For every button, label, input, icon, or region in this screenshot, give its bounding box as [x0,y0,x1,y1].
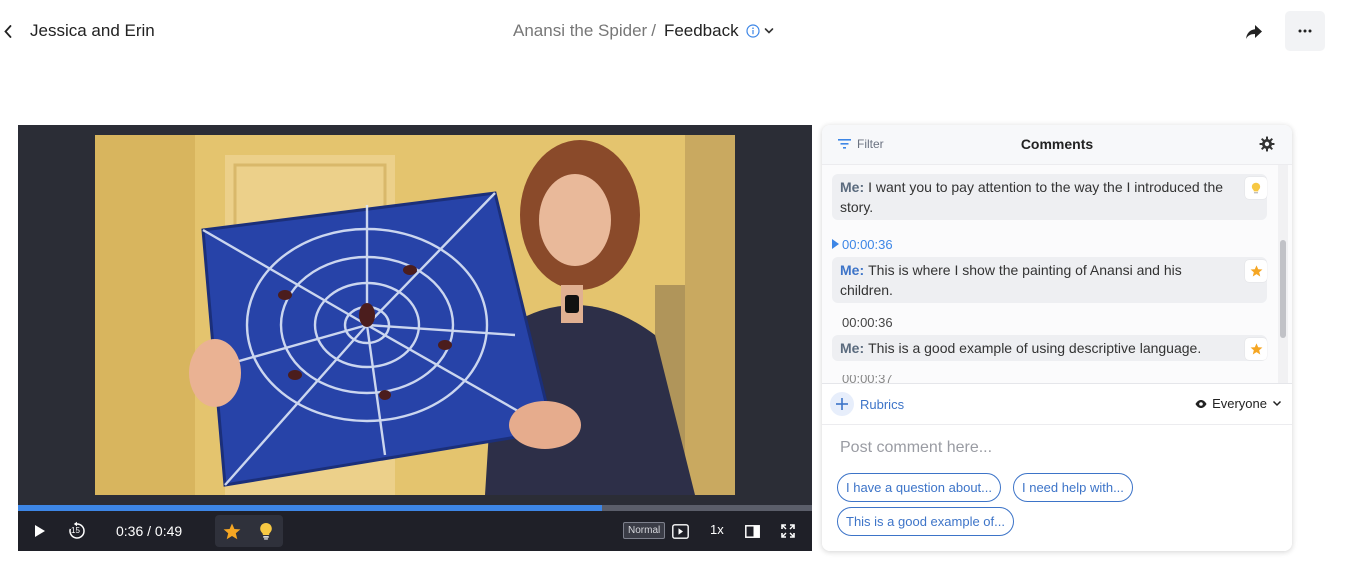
star-icon [1250,265,1262,277]
comment-bubble: Me: This is a good example of using descr… [832,335,1267,361]
bulb-icon [1251,182,1261,193]
video-frame[interactable] [95,135,735,495]
comment-author: Me: [840,340,865,356]
sidebar-layout-icon [744,524,760,538]
comment-input[interactable] [832,436,1272,460]
player-controls: 15 0:36 / 0:49 Normal 1x [18,511,812,551]
visibility-dropdown[interactable]: Everyone [1195,396,1282,411]
video-player: 15 0:36 / 0:49 Normal 1x [18,125,812,551]
suggestion-chip-question[interactable]: I have a question about... [837,473,1001,502]
star-icon [223,523,241,539]
comment-item[interactable]: 00:00:36 Me: This is a good example of us… [832,313,1267,361]
top-bar: Jessica and Erin Anansi the Spider / Fee… [0,0,1347,62]
time-separator: / [143,523,155,539]
scrollbar-thumb[interactable] [1280,240,1286,338]
breadcrumb-parent[interactable]: Anansi the Spider [513,21,647,41]
comments-header: Filter Comments [822,125,1292,165]
comment-author: Me: [840,179,865,195]
play-marker-icon [832,239,839,249]
comments-scrollbar[interactable] [1278,165,1288,383]
time-display: 0:36 / 0:49 [116,523,182,539]
comments-list: Me: I want you to pay attention to the wa… [822,165,1292,383]
partial-timestamp: 00:00:37 [842,375,893,383]
comment-text: This is where I show the painting of Ana… [840,262,1182,298]
comment-marker [1245,177,1267,199]
comment-text: This is a good example of using descript… [868,340,1202,356]
comment-item[interactable]: Me: I want you to pay attention to the wa… [832,170,1267,220]
comment-bubble: Me: I want you to pay attention to the wa… [832,174,1267,220]
rubrics-button[interactable]: Rubrics [830,392,904,416]
comments-title: Comments [1020,136,1094,152]
chevron-down-icon [1272,400,1282,407]
info-icon[interactable] [746,24,760,38]
fullscreen-icon [781,524,795,538]
share-icon [1246,25,1262,39]
plus-icon [830,392,854,416]
play-button[interactable] [30,521,50,541]
rewind-15-button[interactable]: 15 [66,520,88,542]
idea-marker-button[interactable] [255,520,277,542]
theater-mode-button[interactable] [742,521,762,541]
duration: 0:49 [154,523,183,539]
video-still [95,135,735,495]
comment-composer: Rubrics Everyone I have a question about… [822,383,1292,551]
comments-panel: Filter Comments Me: I want you to pay att… [822,125,1292,551]
comment-marker [1245,338,1267,360]
star-marker-button[interactable] [221,520,243,542]
settings-button[interactable] [1259,136,1277,154]
comment-author: Me: [840,262,865,278]
breadcrumb: Anansi the Spider / Feedback [513,21,774,41]
chevron-left-icon [4,24,12,38]
comment-bubble: Me: This is where I show the painting of … [832,257,1267,303]
eye-icon [1195,399,1207,408]
suggestion-chip-help[interactable]: I need help with... [1013,473,1133,502]
comment-text: I want you to pay attention to the way t… [840,179,1224,215]
divider [822,424,1292,425]
playback-rate[interactable]: 1x [710,522,724,537]
mode-badge[interactable]: Normal [623,522,666,539]
visibility-label: Everyone [1212,396,1267,411]
rubrics-label: Rubrics [860,396,905,412]
suggestion-chip-example[interactable]: This is a good example of... [837,507,1014,536]
back-button[interactable] [0,18,16,44]
play-box-icon [671,523,689,539]
breadcrumb-current: Feedback [663,21,739,40]
breadcrumb-separator: / [651,21,656,40]
gear-icon [1259,136,1275,152]
play-icon [35,525,45,537]
group-title: Jessica and Erin [30,21,155,40]
share-button[interactable] [1240,18,1268,46]
comment-timestamp[interactable]: 00:00:36 [832,235,1267,253]
timestamp-text: 00:00:36 [842,314,893,330]
current-time: 0:36 [116,523,144,539]
marker-tools [215,515,283,547]
comment-marker [1245,260,1267,282]
star-icon [1250,343,1262,355]
more-options-button[interactable] [1285,11,1325,51]
chevron-down-icon[interactable] [764,27,774,35]
comment-timestamp[interactable]: 00:00:36 [832,313,1267,331]
fullscreen-button[interactable] [778,521,798,541]
rewind-seconds-label: 15 [71,526,80,535]
timestamp-text: 00:00:36 [842,236,893,252]
comment-item[interactable]: 00:00:36 Me: This is where I show the pai… [832,235,1267,303]
autoplay-button[interactable] [670,521,690,541]
ellipsis-icon [1298,29,1312,33]
bulb-icon [260,523,272,540]
